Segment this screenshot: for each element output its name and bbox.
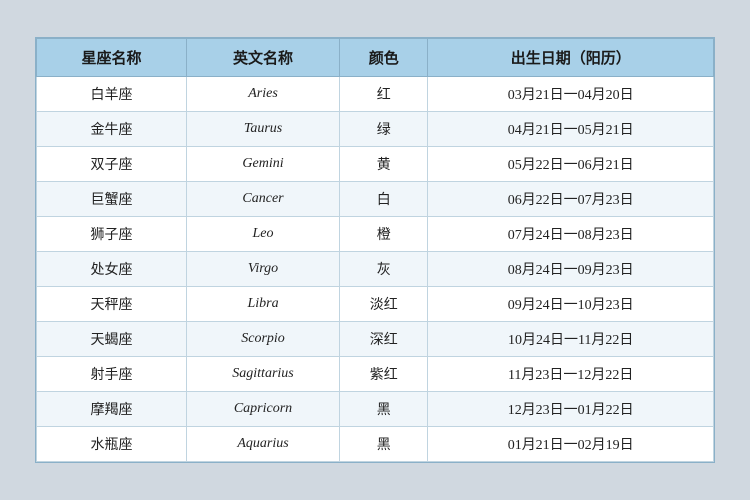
table-row: 白羊座Aries红03月21日一04月20日 (37, 77, 714, 112)
table-row: 狮子座Leo橙07月24日一08月23日 (37, 217, 714, 252)
cell-dates: 01月21日一02月19日 (428, 427, 714, 462)
cell-color: 黑 (340, 392, 428, 427)
cell-chinese-name: 双子座 (37, 147, 187, 182)
table-row: 摩羯座Capricorn黑12月23日一01月22日 (37, 392, 714, 427)
cell-chinese-name: 水瓶座 (37, 427, 187, 462)
cell-color: 灰 (340, 252, 428, 287)
cell-english-name: Taurus (187, 112, 340, 147)
cell-chinese-name: 金牛座 (37, 112, 187, 147)
header-chinese-name: 星座名称 (37, 39, 187, 77)
cell-dates: 03月21日一04月20日 (428, 77, 714, 112)
table-row: 射手座Sagittarius紫红11月23日一12月22日 (37, 357, 714, 392)
cell-color: 黑 (340, 427, 428, 462)
cell-english-name: Aries (187, 77, 340, 112)
cell-chinese-name: 摩羯座 (37, 392, 187, 427)
cell-english-name: Libra (187, 287, 340, 322)
cell-color: 淡红 (340, 287, 428, 322)
table-row: 处女座Virgo灰08月24日一09月23日 (37, 252, 714, 287)
table-row: 双子座Gemini黄05月22日一06月21日 (37, 147, 714, 182)
table-row: 水瓶座Aquarius黑01月21日一02月19日 (37, 427, 714, 462)
table-row: 巨蟹座Cancer白06月22日一07月23日 (37, 182, 714, 217)
cell-english-name: Virgo (187, 252, 340, 287)
zodiac-table: 星座名称 英文名称 颜色 出生日期（阳历） 白羊座Aries红03月21日一04… (36, 38, 714, 462)
cell-chinese-name: 射手座 (37, 357, 187, 392)
cell-color: 红 (340, 77, 428, 112)
cell-dates: 04月21日一05月21日 (428, 112, 714, 147)
table-row: 天秤座Libra淡红09月24日一10月23日 (37, 287, 714, 322)
cell-chinese-name: 天秤座 (37, 287, 187, 322)
cell-color: 绿 (340, 112, 428, 147)
cell-english-name: Sagittarius (187, 357, 340, 392)
cell-dates: 07月24日一08月23日 (428, 217, 714, 252)
header-color: 颜色 (340, 39, 428, 77)
cell-english-name: Aquarius (187, 427, 340, 462)
cell-color: 深红 (340, 322, 428, 357)
cell-chinese-name: 狮子座 (37, 217, 187, 252)
cell-color: 橙 (340, 217, 428, 252)
cell-chinese-name: 巨蟹座 (37, 182, 187, 217)
cell-english-name: Gemini (187, 147, 340, 182)
header-dates: 出生日期（阳历） (428, 39, 714, 77)
cell-chinese-name: 天蝎座 (37, 322, 187, 357)
cell-dates: 09月24日一10月23日 (428, 287, 714, 322)
cell-dates: 11月23日一12月22日 (428, 357, 714, 392)
header-english-name: 英文名称 (187, 39, 340, 77)
cell-color: 白 (340, 182, 428, 217)
cell-color: 紫红 (340, 357, 428, 392)
cell-dates: 12月23日一01月22日 (428, 392, 714, 427)
cell-dates: 10月24日一11月22日 (428, 322, 714, 357)
zodiac-table-wrapper: 星座名称 英文名称 颜色 出生日期（阳历） 白羊座Aries红03月21日一04… (35, 37, 715, 463)
cell-dates: 05月22日一06月21日 (428, 147, 714, 182)
cell-english-name: Scorpio (187, 322, 340, 357)
cell-chinese-name: 处女座 (37, 252, 187, 287)
table-row: 金牛座Taurus绿04月21日一05月21日 (37, 112, 714, 147)
cell-dates: 08月24日一09月23日 (428, 252, 714, 287)
cell-english-name: Capricorn (187, 392, 340, 427)
cell-english-name: Cancer (187, 182, 340, 217)
cell-color: 黄 (340, 147, 428, 182)
cell-chinese-name: 白羊座 (37, 77, 187, 112)
table-body: 白羊座Aries红03月21日一04月20日金牛座Taurus绿04月21日一0… (37, 77, 714, 462)
cell-english-name: Leo (187, 217, 340, 252)
table-header-row: 星座名称 英文名称 颜色 出生日期（阳历） (37, 39, 714, 77)
cell-dates: 06月22日一07月23日 (428, 182, 714, 217)
table-row: 天蝎座Scorpio深红10月24日一11月22日 (37, 322, 714, 357)
